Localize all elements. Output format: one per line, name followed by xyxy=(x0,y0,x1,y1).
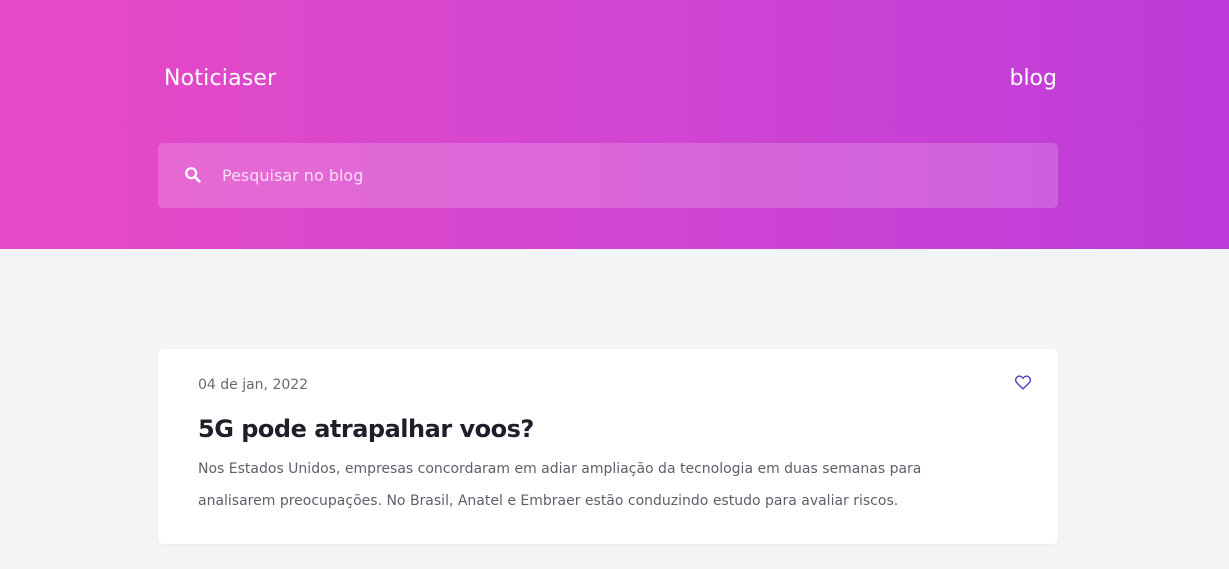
hero-header: Noticiaser blog xyxy=(0,0,1229,249)
post-card[interactable]: 04 de jan, 2022 5G pode atrapalhar voos?… xyxy=(158,349,1058,544)
post-excerpt: Nos Estados Unidos, empresas concordaram… xyxy=(198,461,922,509)
post-date: 04 de jan, 2022 xyxy=(198,377,309,393)
nav-link-blog[interactable]: blog xyxy=(1009,65,1057,93)
post-title[interactable]: 5G pode atrapalhar voos? xyxy=(198,413,534,445)
search-bar[interactable] xyxy=(158,143,1058,208)
search-icon xyxy=(185,167,201,183)
heart-icon[interactable] xyxy=(1014,374,1032,390)
brand-logo[interactable]: Noticiaser xyxy=(164,65,276,93)
search-input[interactable] xyxy=(222,143,1042,208)
